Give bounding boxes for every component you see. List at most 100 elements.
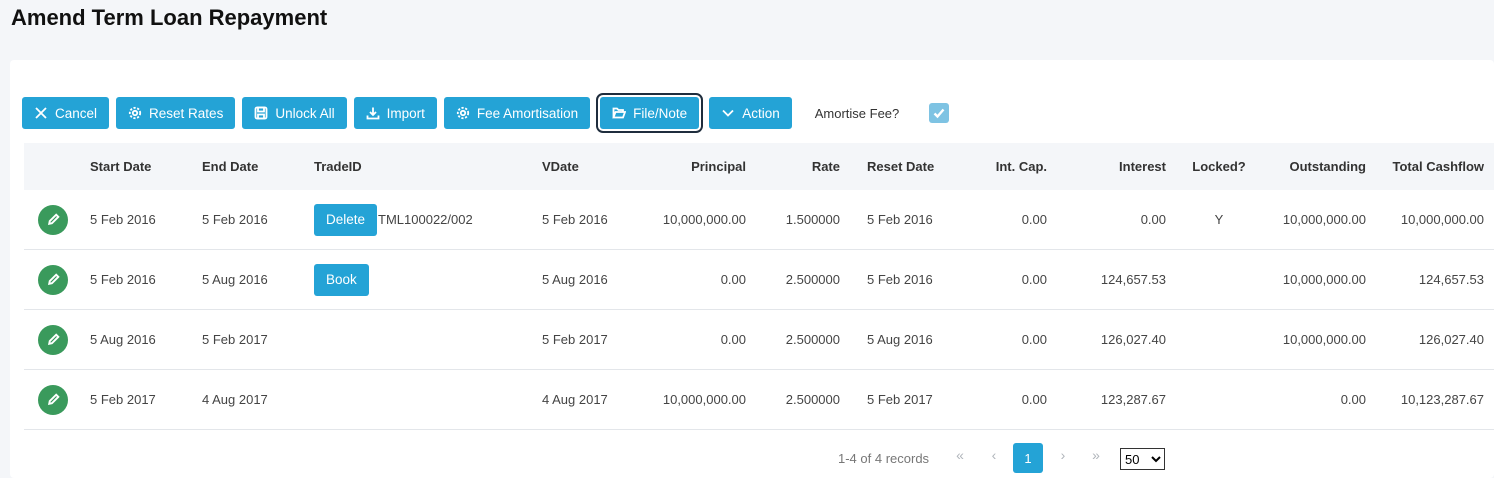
amortise-fee-label: Amortise Fee?	[814, 105, 900, 121]
pencil-icon	[47, 213, 60, 226]
cell-rate: 2.500000	[785, 272, 840, 287]
main-card: Cancel Reset Rates Unlock All Import Fee…	[10, 60, 1494, 478]
cell-vdate: 5 Aug 2016	[542, 272, 608, 287]
toolbar: Cancel Reset Rates Unlock All Import Fee…	[22, 93, 950, 133]
header-outstanding: Outstanding	[1289, 159, 1366, 174]
cell-locked	[1184, 250, 1254, 309]
header-trade-id: TradeID	[314, 159, 362, 174]
pagination: 1-4 of 4 records « ‹ 1 › » 50	[10, 443, 1494, 473]
amortise-fee-checkbox[interactable]	[929, 103, 950, 123]
cell-end-date: 5 Feb 2017	[202, 332, 268, 347]
cancel-label: Cancel	[55, 105, 98, 121]
header-principal: Principal	[691, 159, 746, 174]
close-icon	[35, 107, 47, 119]
fee-amortisation-button[interactable]: Fee Amortisation	[443, 97, 591, 129]
cell-rate: 2.500000	[785, 332, 840, 347]
pencil-icon	[47, 393, 60, 406]
delete-button[interactable]: Delete	[314, 203, 378, 236]
cell-principal: 0.00	[720, 332, 746, 347]
cell-outstanding: 0.00	[1340, 392, 1366, 407]
cell-principal: 10,000,000.00	[662, 392, 746, 407]
header-interest: Interest	[1119, 159, 1166, 174]
next-page-button[interactable]: ›	[1053, 447, 1073, 463]
edit-row-button[interactable]	[38, 264, 68, 295]
repayment-table: Start Date End Date TradeID VDate Princi…	[24, 143, 1494, 430]
header-end-date: End Date	[202, 159, 259, 174]
edit-row-button[interactable]	[38, 204, 68, 235]
cell-outstanding: 10,000,000.00	[1282, 272, 1366, 287]
header-vdate: VDate	[542, 159, 579, 174]
table-header: Start Date End Date TradeID VDate Princi…	[24, 143, 1494, 190]
reset-rates-label: Reset Rates	[149, 105, 224, 121]
cell-principal: 10,000,000.00	[662, 212, 746, 227]
gear-icon	[456, 106, 469, 120]
cell-int-cap: 0.00	[1021, 212, 1047, 227]
gear-icon	[128, 106, 142, 120]
unlock-all-button[interactable]: Unlock All	[242, 97, 347, 129]
pencil-icon	[47, 333, 60, 346]
edit-row-button[interactable]	[38, 324, 68, 355]
cell-reset-date: 5 Feb 2016	[867, 272, 933, 287]
save-icon	[254, 106, 268, 120]
fee-amortisation-label: Fee Amortisation	[476, 105, 579, 121]
table-row: 5 Feb 2017 4 Aug 2017 4 Aug 2017 10,000,…	[24, 370, 1494, 430]
header-rate: Rate	[811, 159, 840, 174]
reset-rates-button[interactable]: Reset Rates	[116, 97, 236, 129]
page-title: Amend Term Loan Repayment	[11, 5, 328, 30]
page-number-button[interactable]: 1	[1013, 443, 1043, 473]
header-start-date: Start Date	[90, 159, 152, 174]
cell-total-cashflow: 10,123,287.67	[1400, 392, 1484, 407]
header-total-cashflow: Total Cashflow	[1392, 159, 1484, 174]
cell-interest: 126,027.40	[1100, 332, 1166, 347]
page-size-select[interactable]: 50	[1120, 448, 1165, 470]
cell-reset-date: 5 Feb 2017	[867, 392, 933, 407]
action-button[interactable]: Action	[709, 97, 792, 129]
first-page-button[interactable]: «	[950, 447, 970, 463]
cell-rate: 2.500000	[785, 392, 840, 407]
cell-end-date: 4 Aug 2017	[202, 392, 268, 407]
cell-reset-date: 5 Feb 2016	[867, 212, 933, 227]
import-button[interactable]: Import	[353, 97, 437, 129]
last-page-button[interactable]: »	[1086, 447, 1106, 463]
cell-principal: 0.00	[720, 272, 746, 287]
cell-outstanding: 10,000,000.00	[1282, 332, 1366, 347]
cancel-button[interactable]: Cancel	[22, 97, 110, 129]
cell-interest: 123,287.67	[1100, 392, 1166, 407]
cell-locked: Y	[1214, 212, 1224, 227]
cell-int-cap: 0.00	[1021, 272, 1047, 287]
cell-int-cap: 0.00	[1021, 332, 1047, 347]
cell-interest: 0.00	[1140, 212, 1166, 227]
header-locked: Locked?	[1192, 159, 1246, 174]
book-button[interactable]: Book	[314, 263, 369, 296]
edit-row-button[interactable]	[38, 384, 68, 415]
cell-rate: 1.500000	[785, 212, 840, 227]
file-note-label: File/Note	[633, 105, 688, 121]
cell-end-date: 5 Feb 2016	[202, 212, 268, 227]
cell-total-cashflow: 10,000,000.00	[1400, 212, 1484, 227]
table-row: 5 Feb 2016 5 Aug 2016 Book 5 Aug 2016 0.…	[24, 250, 1494, 310]
cell-vdate: 4 Aug 2017	[542, 392, 608, 407]
chevron-down-icon	[722, 109, 734, 117]
cell-locked	[1184, 310, 1254, 369]
action-label: Action	[742, 105, 780, 121]
download-icon	[366, 107, 380, 120]
header-int-cap: Int. Cap.	[995, 159, 1047, 174]
cell-trade-id: TML100022/002	[378, 212, 473, 227]
cell-outstanding: 10,000,000.00	[1282, 212, 1366, 227]
cell-start-date: 5 Feb 2016	[90, 272, 156, 287]
cell-vdate: 5 Feb 2017	[542, 332, 608, 347]
cell-vdate: 5 Feb 2016	[542, 212, 608, 227]
unlock-all-label: Unlock All	[275, 105, 335, 121]
cell-start-date: 5 Aug 2016	[90, 332, 156, 347]
cell-total-cashflow: 124,657.53	[1418, 272, 1484, 287]
prev-page-button[interactable]: ‹	[984, 447, 1004, 463]
cell-end-date: 5 Aug 2016	[202, 272, 268, 287]
table-row: 5 Aug 2016 5 Feb 2017 5 Feb 2017 0.00 2.…	[24, 310, 1494, 370]
file-note-button[interactable]: File/Note	[596, 93, 704, 133]
pencil-icon	[47, 273, 60, 286]
pagination-info: 1-4 of 4 records	[838, 451, 930, 466]
cell-reset-date: 5 Aug 2016	[867, 332, 933, 347]
cell-locked	[1184, 370, 1254, 429]
header-reset-date: Reset Date	[867, 159, 935, 174]
cell-start-date: 5 Feb 2016	[90, 212, 156, 227]
